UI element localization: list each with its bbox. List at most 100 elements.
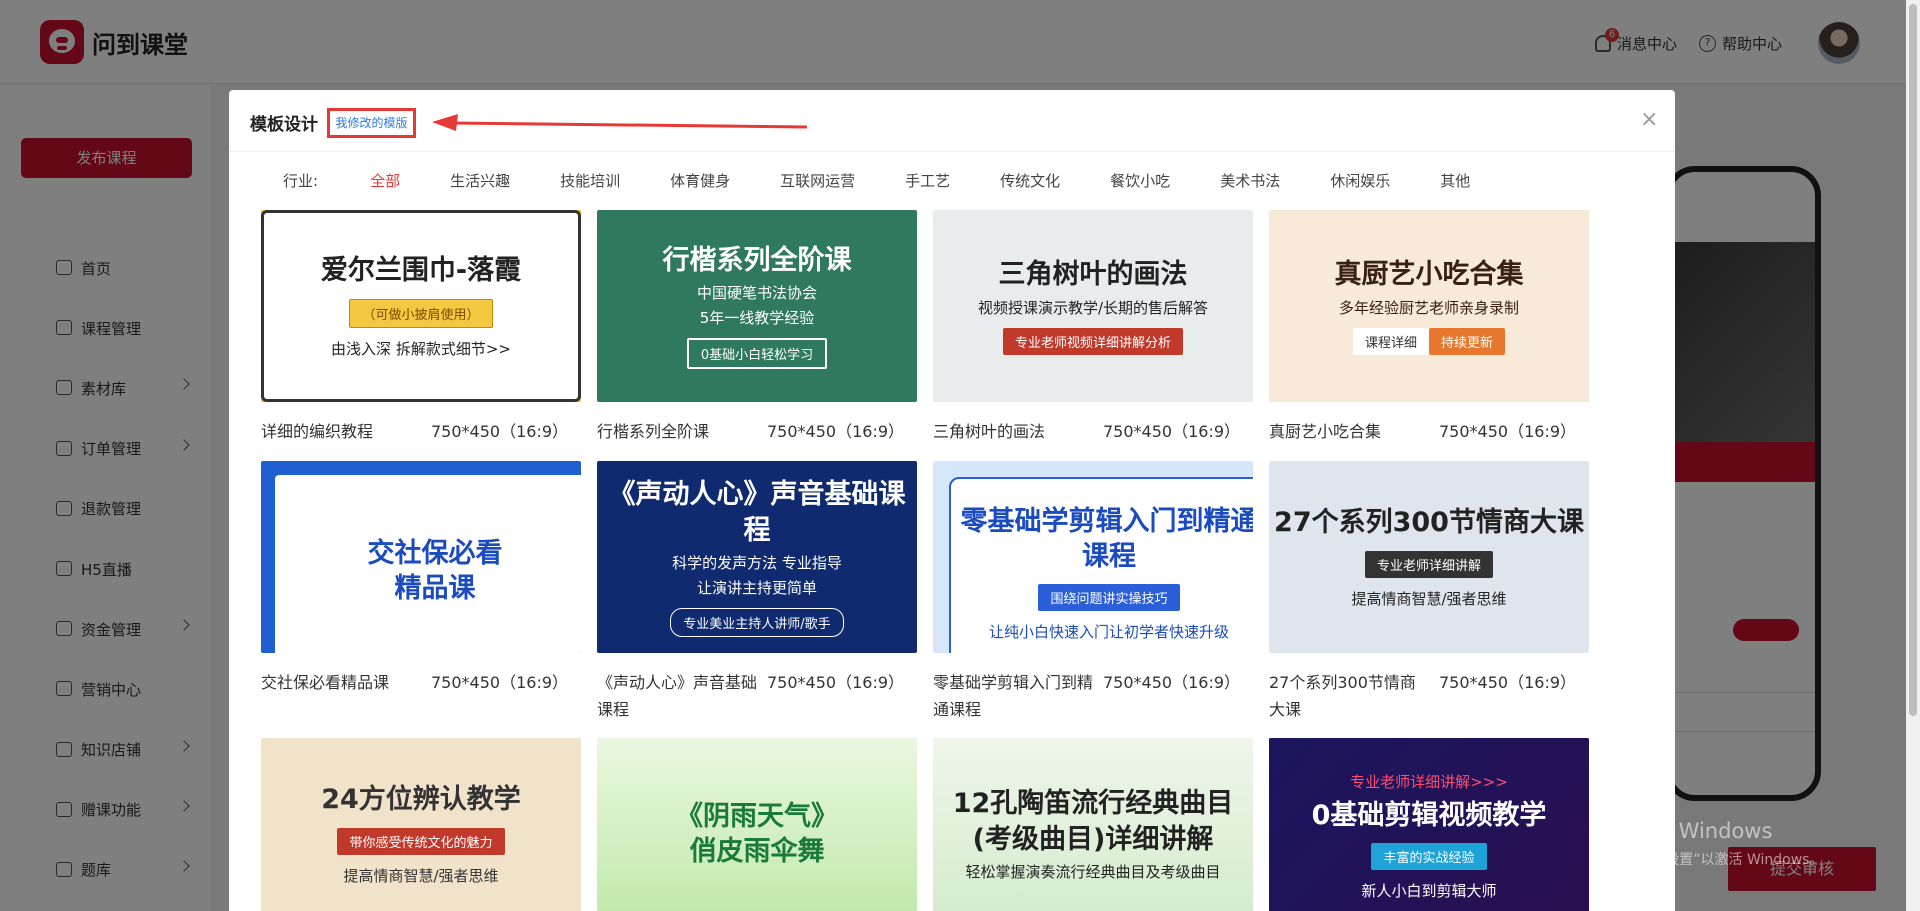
filter-chip[interactable]: 互联网运营	[780, 170, 855, 191]
my-templates-link[interactable]: 我修改的模版	[327, 108, 416, 138]
filter-chip[interactable]: 其他	[1440, 170, 1470, 191]
template-caption: 三角树叶的画法 750*450（16:9）	[933, 418, 1253, 445]
thumb-subtitle: 提高情商智慧/强者思维	[343, 866, 499, 885]
template-thumbnail[interactable]: 27个系列300节情商大课专业老师详细讲解提高情商智慧/强者思维	[1269, 461, 1589, 653]
template-card[interactable]: 专业老师详细讲解>>> 0基础剪辑视频教学 丰富的实战经验 新人小白到剪辑大师	[1269, 738, 1589, 911]
thumbnail-content: 27个系列300节情商大课专业老师详细讲解提高情商智慧/强者思维	[1269, 461, 1589, 653]
thumb-title-2: 精品课	[394, 573, 476, 604]
template-card[interactable]: 24方位辨认教学 带你感受传统文化的魅力 提高情商智慧/强者思维	[261, 738, 581, 911]
template-name: 行楷系列全阶课	[597, 422, 710, 441]
thumb-tag: 0基础小白轻松学习	[686, 338, 828, 370]
template-thumbnail[interactable]: 交社保必看 精品课	[261, 461, 581, 653]
thumbnail-content: 真厨艺小吃合集多年经验厨艺老师亲身录制课程详细 持续更新	[1269, 210, 1589, 402]
thumbnail-content: 专业老师详细讲解>>> 0基础剪辑视频教学 丰富的实战经验 新人小白到剪辑大师	[1269, 738, 1589, 911]
close-icon[interactable]: ×	[1640, 109, 1658, 131]
template-name: 《声动人心》声音基础课程	[597, 673, 758, 719]
template-card[interactable]: 《声动人心》声音基础课程 科学的发声方法 专业指导 让演讲主持更简单 专业美业主持人讲…	[597, 461, 917, 723]
filter-chip[interactable]: 体育健身	[670, 170, 730, 191]
filter-chip[interactable]: 美术书法	[1220, 170, 1280, 191]
template-size: 750*450（16:9）	[431, 422, 569, 441]
thumb-eyebrow: 专业老师详细讲解>>>	[1350, 772, 1508, 791]
thumb-title: 行楷系列全阶课	[662, 244, 852, 276]
template-thumbnail[interactable]: 爱尔兰围巾-落霞 （可做小披肩使用） 由浅入深 拆解款式细节>>	[261, 210, 581, 402]
template-card[interactable]: 27个系列300节情商大课 专业老师详细讲解 提高情商智慧/强者思维 27个系列300…	[1269, 461, 1589, 723]
thumbnail-content: 三角树叶的画法 视频授课演示教学/长期的售后解答 专业老师视频详细讲解分析	[933, 210, 1253, 402]
template-thumbnail[interactable]: 专业老师详细讲解>>> 0基础剪辑视频教学 丰富的实战经验 新人小白到剪辑大师	[1269, 738, 1589, 911]
thumb-title: 《阴雨天气》	[676, 800, 838, 832]
thumb-tag: 专业美业主持人讲师/歌手	[670, 607, 844, 637]
template-thumbnail[interactable]: 《声动人心》声音基础课程 科学的发声方法 专业指导 让演讲主持更简单 专业美业主持人讲…	[597, 461, 917, 653]
thumb-tag: 专业老师视频详细讲解分析	[1002, 327, 1183, 355]
thumbnail-content: 零基础学剪辑入门到精通课程 围绕问题讲实操技巧 让纯小白快速入门让初学者快速升级	[949, 477, 1253, 653]
thumb-title: 交社保必看	[367, 537, 503, 569]
template-size: 750*450（16:9）	[1439, 422, 1577, 441]
template-name: 27个系列300节情商大课	[1269, 673, 1416, 719]
page-scrollbar[interactable]	[1906, 0, 1920, 911]
template-size: 750*450（16:9）	[1439, 673, 1577, 692]
thumb-tag-2: 持续更新	[1429, 327, 1506, 355]
thumb-subtitle: 中国硬笔书法协会	[696, 284, 817, 303]
template-name: 零基础学剪辑入门到精通课程	[933, 673, 1094, 719]
template-thumbnail[interactable]: 真厨艺小吃合集多年经验厨艺老师亲身录制课程详细 持续更新	[1269, 210, 1589, 402]
thumbnail-content: 《声动人心》声音基础课程 科学的发声方法 专业指导 让演讲主持更简单 专业美业主持人讲…	[597, 461, 917, 653]
template-thumbnail[interactable]: 24方位辨认教学 带你感受传统文化的魅力 提高情商智慧/强者思维	[261, 738, 581, 911]
template-thumbnail[interactable]: 三角树叶的画法 视频授课演示教学/长期的售后解答 专业老师视频详细讲解分析	[933, 210, 1253, 402]
thumbnail-content: 交社保必看 精品课	[275, 475, 581, 653]
template-card[interactable]: 零基础学剪辑入门到精通课程 围绕问题讲实操技巧让纯小白快速入门让初学者快速升级零基…	[933, 461, 1253, 723]
thumb-title: 24方位辨认教学	[321, 784, 521, 816]
thumb-title-2: (考级曲目)详细讲解	[972, 823, 1214, 855]
template-card[interactable]: 三角树叶的画法 视频授课演示教学/长期的售后解答 专业老师视频详细讲解分析 三角树叶的…	[933, 210, 1253, 445]
template-caption: 行楷系列全阶课 750*450（16:9）	[597, 418, 917, 445]
template-card[interactable]: 12孔陶笛流行经典曲目 (考级曲目)详细讲解 轻松掌握演奏流行经典曲目及考级曲目	[933, 738, 1253, 911]
filter-chip[interactable]: 全部	[370, 170, 400, 191]
template-card[interactable]: 《阴雨天气》 俏皮雨伞舞	[597, 738, 917, 911]
template-name: 交社保必看精品课	[261, 673, 390, 692]
filter-chip[interactable]: 技能培训	[560, 170, 620, 191]
filter-chip[interactable]: 传统文化	[1000, 170, 1060, 191]
thumb-tag: 专业老师详细讲解	[1364, 550, 1493, 578]
thumbnail-content: 24方位辨认教学 带你感受传统文化的魅力 提高情商智慧/强者思维	[261, 738, 581, 911]
filter-chip-list: 全部 生活兴趣 技能培训 体育健身 互联网运营 手工艺 传统文化 餐饮小吃 美术书法 休闲娱乐 其他	[344, 170, 1494, 191]
thumb-subtitle-2: 让演讲主持更简单	[696, 578, 817, 597]
filter-chip[interactable]: 生活兴趣	[450, 170, 510, 191]
thumb-tag: 围绕问题讲实操技巧	[1038, 584, 1180, 612]
scrollbar-thumb[interactable]	[1909, 4, 1917, 716]
red-arrow-annotation	[432, 114, 807, 131]
template-size: 750*450（16:9）	[431, 673, 569, 692]
template-caption: 《声动人心》声音基础课程 750*450（16:9）	[597, 669, 917, 723]
thumb-title: 真厨艺小吃合集	[1334, 259, 1524, 291]
thumb-title: 《声动人心》声音基础课程	[608, 479, 906, 546]
thumb-title: 12孔陶笛流行经典曲目	[952, 788, 1234, 820]
template-thumbnail[interactable]: 12孔陶笛流行经典曲目 (考级曲目)详细讲解 轻松掌握演奏流行经典曲目及考级曲目	[933, 738, 1253, 911]
template-thumbnail[interactable]: 零基础学剪辑入门到精通课程 围绕问题讲实操技巧 让纯小白快速入门让初学者快速升级	[933, 461, 1253, 653]
template-name: 详细的编织教程	[261, 422, 374, 441]
template-size: 750*450（16:9）	[767, 422, 905, 441]
filter-chip[interactable]: 餐饮小吃	[1110, 170, 1170, 191]
template-caption: 零基础学剪辑入门到精通课程 750*450（16:9）	[933, 669, 1253, 723]
template-card[interactable]: 爱尔兰围巾-落霞 （可做小披肩使用） 由浅入深 拆解款式细节>> 详细的编织教程 750…	[261, 210, 581, 445]
thumb-tag: 课程详细	[1352, 327, 1429, 355]
thumb-subtitle: 视频授课演示教学/长期的售后解答	[977, 298, 1209, 317]
thumb-subtitle: 让纯小白快速入门让初学者快速升级	[988, 623, 1229, 642]
template-card[interactable]: 真厨艺小吃合集 多年经验厨艺老师亲身录制 课程详细 持续更新 真厨艺小吃合集 750*45…	[1269, 210, 1589, 445]
template-thumbnail[interactable]: 行楷系列全阶课 中国硬笔书法协会 5年一线教学经验 0基础小白轻松学习	[597, 210, 917, 402]
thumb-subtitle: 多年经验厨艺老师亲身录制	[1338, 298, 1519, 317]
modal-title: 模板设计	[250, 115, 318, 135]
template-caption: 真厨艺小吃合集 750*450（16:9）	[1269, 418, 1589, 445]
template-thumbnail[interactable]: 《阴雨天气》 俏皮雨伞舞	[597, 738, 917, 911]
thumb-subtitle: 提高情商智慧/强者思维	[1351, 589, 1507, 608]
template-card[interactable]: 交社保必看 精品课 交社保必看精品课 750*450（16:9）	[261, 461, 581, 696]
app-root: 问到课堂 6 消息中心 ? 帮助中心 发布课程 首页课程管理素材库订单管理退款管…	[0, 0, 1920, 911]
thumb-title: 爱尔兰围巾-落霞	[320, 255, 522, 287]
thumb-tag: 丰富的实战经验	[1371, 843, 1487, 871]
template-name: 真厨艺小吃合集	[1269, 422, 1382, 441]
template-caption: 详细的编织教程 750*450（16:9）	[261, 418, 581, 445]
thumbnail-content: 《阴雨天气》 俏皮雨伞舞	[597, 738, 917, 911]
filter-chip[interactable]: 手工艺	[905, 170, 950, 191]
template-card[interactable]: 行楷系列全阶课 中国硬笔书法协会 5年一线教学经验 0基础小白轻松学习 行楷系列全阶课 7…	[597, 210, 917, 445]
thumbnail-content: 爱尔兰围巾-落霞 （可做小披肩使用） 由浅入深 拆解款式细节>>	[261, 210, 581, 402]
template-caption: 交社保必看精品课 750*450（16:9）	[261, 669, 581, 696]
thumb-title: 27个系列300节情商大课	[1274, 507, 1584, 539]
filter-chip[interactable]: 休闲娱乐	[1330, 170, 1390, 191]
template-caption: 27个系列300节情商大课 750*450（16:9）	[1269, 669, 1589, 723]
